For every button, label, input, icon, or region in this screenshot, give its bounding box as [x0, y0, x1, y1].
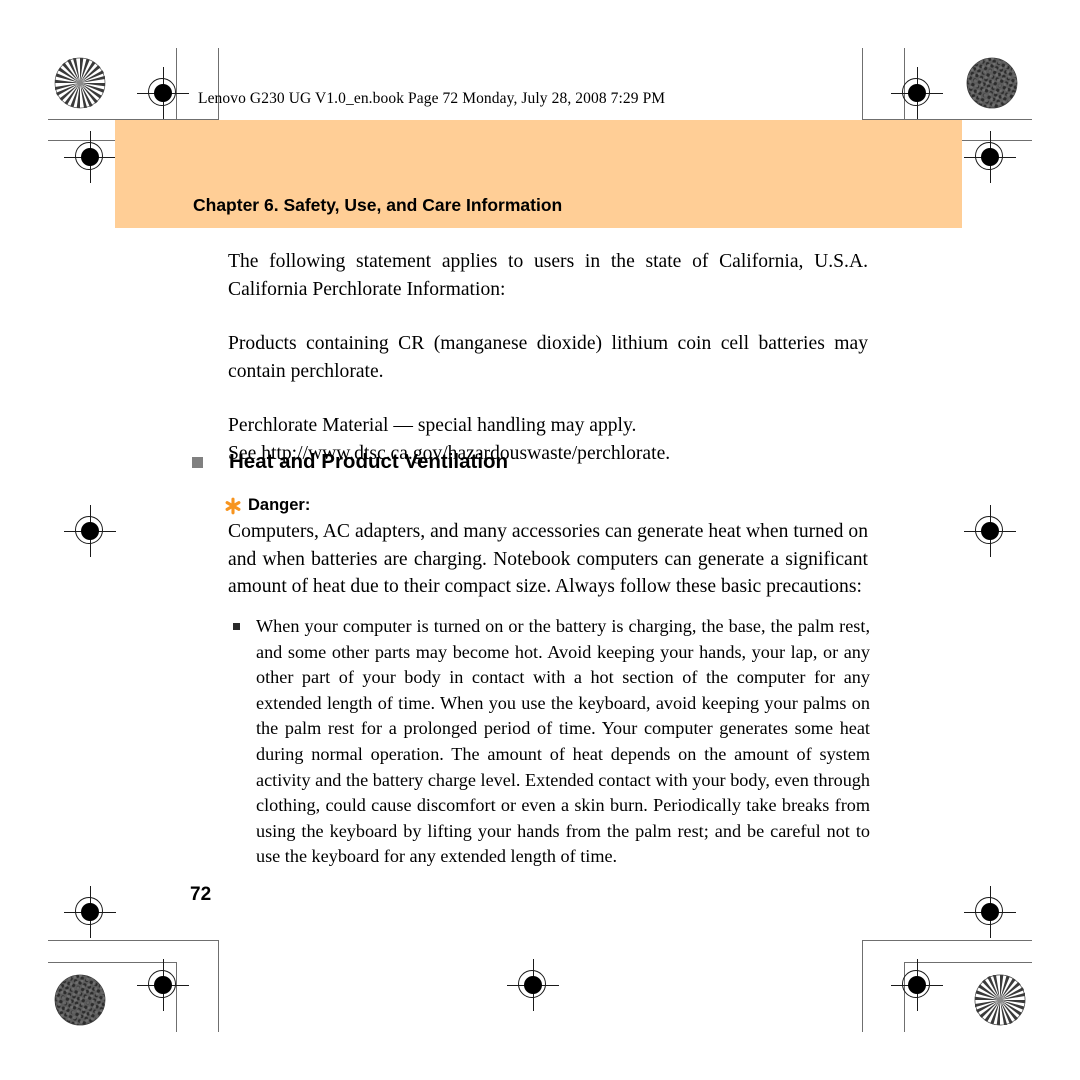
list-bullet-icon — [233, 623, 240, 630]
paragraph-perchlorate-material: Perchlorate Material — special handling … — [228, 415, 637, 436]
section-heading: Heat and Product Ventilation — [192, 450, 872, 480]
running-head-filename: Lenovo G230 UG V1.0_en.book Page 72 Mond… — [198, 90, 666, 107]
danger-asterisk-icon — [224, 497, 242, 515]
danger-label-text: Danger: — [248, 496, 311, 514]
square-bullet-icon — [192, 457, 203, 468]
page-number: 72 — [190, 884, 212, 905]
paragraph-danger-heat: Computers, AC adapters, and many accesso… — [228, 521, 868, 597]
paragraph-california-statement: The following statement applies to users… — [228, 251, 868, 300]
body-text-column: The following statement applies to users… — [228, 248, 868, 467]
paragraph-perchlorate-products: Products containing CR (manganese dioxid… — [228, 333, 868, 382]
manual-page: Lenovo G230 UG V1.0_en.book Page 72 Mond… — [0, 0, 1080, 1080]
danger-body-text: Computers, AC adapters, and many accesso… — [228, 518, 868, 601]
chapter-title-banner: Chapter 6. Safety, Use, and Care Informa… — [115, 120, 962, 228]
chapter-title-text: Chapter 6. Safety, Use, and Care Informa… — [193, 195, 563, 215]
list-item: When your computer is turned on or the b… — [232, 614, 870, 870]
precautions-bullet-list: When your computer is turned on or the b… — [232, 614, 870, 870]
list-item-text: When your computer is turned on or the b… — [256, 616, 870, 867]
section-heading-text: Heat and Product Ventilation — [229, 450, 509, 473]
